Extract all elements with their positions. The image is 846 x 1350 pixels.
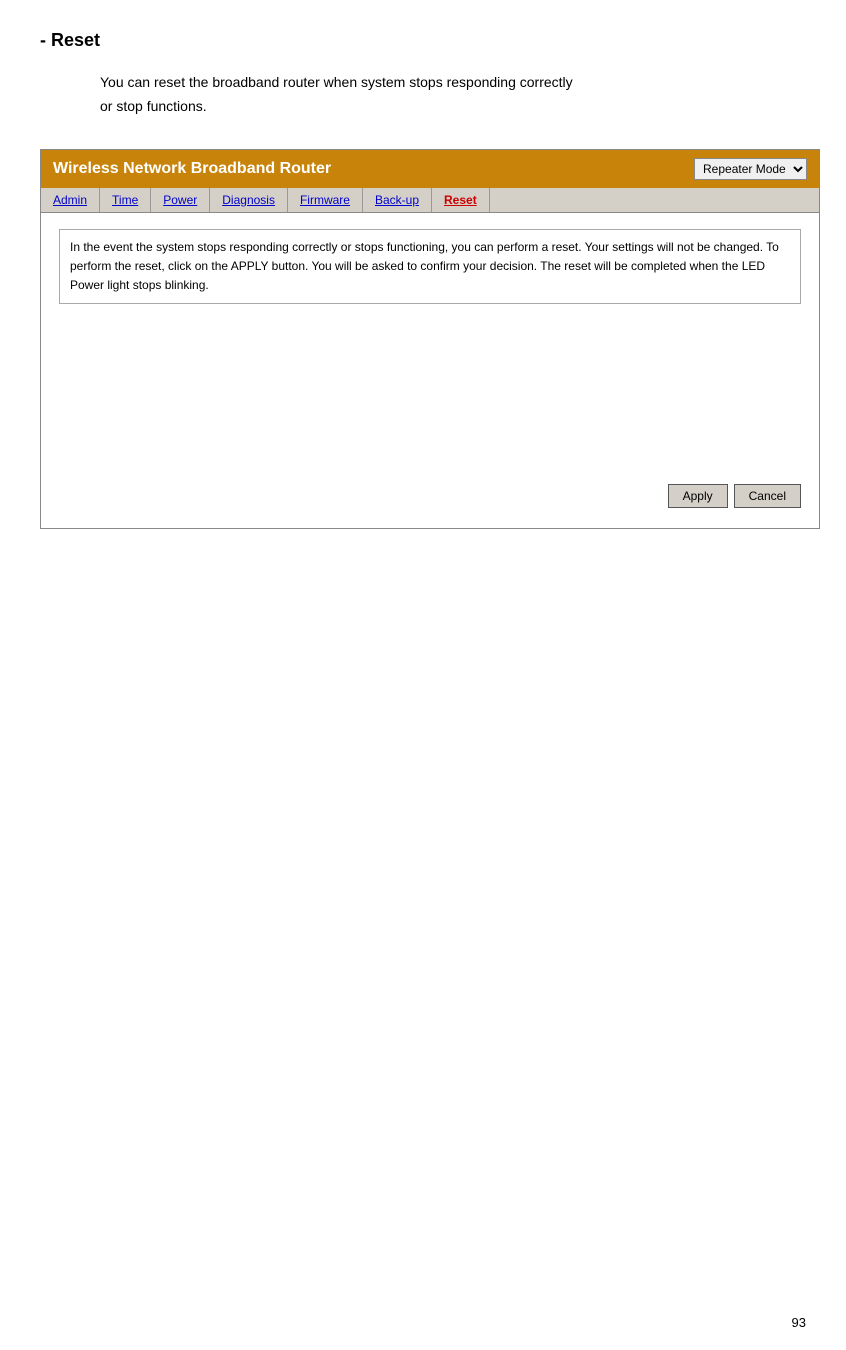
nav-item-backup[interactable]: Back-up bbox=[363, 188, 432, 212]
body-line2: or stop functions. bbox=[100, 95, 806, 119]
button-row: Apply Cancel bbox=[59, 484, 801, 508]
page-number: 93 bbox=[792, 1315, 806, 1330]
router-title: Wireless Network Broadband Router bbox=[53, 160, 331, 178]
section-title: - Reset bbox=[40, 30, 806, 51]
cancel-button[interactable]: Cancel bbox=[734, 484, 801, 508]
router-ui: Wireless Network Broadband Router Repeat… bbox=[40, 149, 820, 530]
apply-button[interactable]: Apply bbox=[668, 484, 728, 508]
nav-item-reset[interactable]: Reset bbox=[432, 188, 490, 212]
nav-item-power[interactable]: Power bbox=[151, 188, 210, 212]
reset-info-text: In the event the system stops responding… bbox=[59, 229, 801, 305]
router-main: In the event the system stops responding… bbox=[41, 213, 819, 529]
mode-selector[interactable]: Repeater Mode bbox=[694, 158, 807, 180]
nav-item-firmware[interactable]: Firmware bbox=[288, 188, 363, 212]
nav-item-time[interactable]: Time bbox=[100, 188, 151, 212]
router-nav: Admin Time Power Diagnosis Firmware Back… bbox=[41, 188, 819, 213]
mode-select[interactable]: Repeater Mode bbox=[694, 158, 807, 180]
nav-item-admin[interactable]: Admin bbox=[41, 188, 100, 212]
nav-item-diagnosis[interactable]: Diagnosis bbox=[210, 188, 288, 212]
router-header: Wireless Network Broadband Router Repeat… bbox=[41, 150, 819, 188]
body-line1: You can reset the broadband router when … bbox=[100, 71, 806, 95]
